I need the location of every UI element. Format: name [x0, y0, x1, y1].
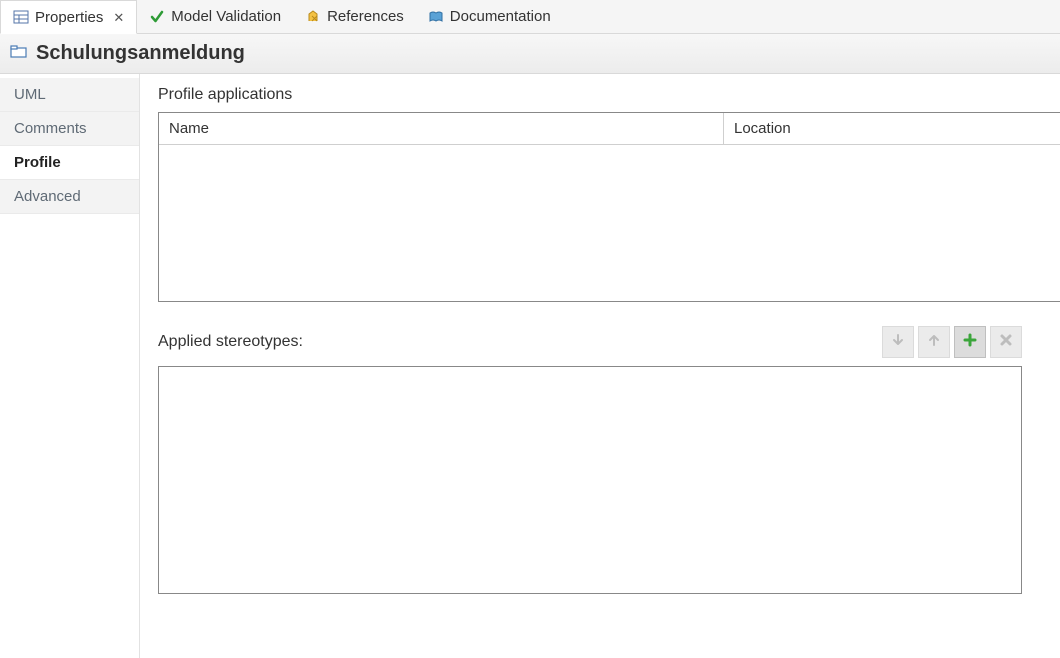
- profile-applications-table[interactable]: Name Location: [158, 112, 1060, 302]
- move-up-button[interactable]: [918, 326, 950, 358]
- tab-documentation[interactable]: Documentation: [416, 0, 563, 33]
- column-header-location[interactable]: Location: [724, 113, 1060, 144]
- arrow-down-icon: [891, 333, 905, 351]
- sidebar-item-profile[interactable]: Profile: [0, 146, 139, 180]
- profile-content: Profile applications Name Location Appli…: [140, 74, 1060, 658]
- sidebar-item-uml[interactable]: UML: [0, 78, 139, 112]
- tab-references[interactable]: References: [293, 0, 416, 33]
- element-header: Schulungsanmeldung: [0, 34, 1060, 74]
- property-tabs-sidebar: UML Comments Profile Advanced: [0, 74, 140, 658]
- view-tabs: Properties ✕ Model Validation References…: [0, 0, 1060, 34]
- tab-label: Model Validation: [171, 8, 281, 25]
- add-button[interactable]: [954, 326, 986, 358]
- tab-model-validation[interactable]: Model Validation: [137, 0, 293, 33]
- applied-stereotypes-list[interactable]: [158, 366, 1022, 594]
- tab-label: Properties: [35, 9, 103, 26]
- delete-icon: [999, 333, 1013, 351]
- tab-properties[interactable]: Properties ✕: [0, 0, 137, 34]
- folder-icon: [10, 44, 28, 64]
- sidebar-item-advanced[interactable]: Advanced: [0, 180, 139, 214]
- properties-icon: [13, 9, 29, 25]
- applied-stereotypes-label: Applied stereotypes:: [158, 333, 303, 351]
- book-icon: [428, 9, 444, 25]
- sidebar-item-comments[interactable]: Comments: [0, 112, 139, 146]
- tab-label: References: [327, 8, 404, 25]
- references-icon: [305, 9, 321, 25]
- profile-applications-label: Profile applications: [158, 86, 1060, 104]
- sidebar-item-label: Comments: [14, 120, 87, 137]
- arrow-up-icon: [927, 333, 941, 351]
- page-title: Schulungsanmeldung: [36, 42, 245, 65]
- sidebar-item-label: UML: [14, 86, 46, 103]
- close-icon[interactable]: ✕: [113, 11, 124, 24]
- stereotype-toolbar: [882, 326, 1022, 358]
- check-icon: [149, 9, 165, 25]
- table-header: Name Location: [159, 113, 1060, 145]
- column-header-name[interactable]: Name: [159, 113, 724, 144]
- move-down-button[interactable]: [882, 326, 914, 358]
- sidebar-item-label: Advanced: [14, 188, 81, 205]
- plus-icon: [963, 333, 977, 351]
- sidebar-item-label: Profile: [14, 154, 61, 171]
- remove-button[interactable]: [990, 326, 1022, 358]
- tab-label: Documentation: [450, 8, 551, 25]
